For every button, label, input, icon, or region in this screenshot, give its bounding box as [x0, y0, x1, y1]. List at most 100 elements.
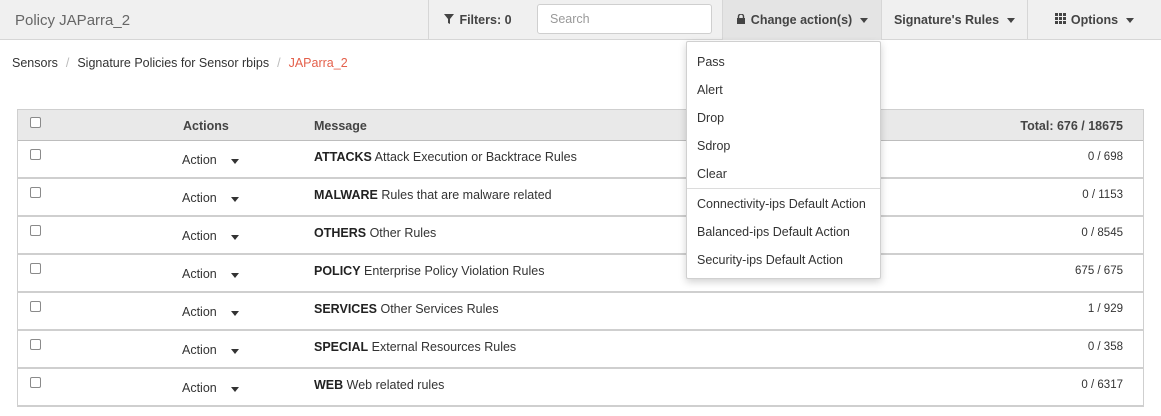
column-message: Message [314, 119, 367, 133]
breadcrumb-signature-policies[interactable]: Signature Policies for Sensor rbips [77, 56, 269, 70]
table-row: Action OTHERS Other Rules 0 / 8545 [18, 217, 1143, 255]
breadcrumb-current: JAParra_2 [288, 56, 348, 70]
row-checkbox[interactable] [30, 149, 41, 160]
row-count: 1 / 929 [1087, 303, 1123, 315]
row-category: WEB [314, 378, 344, 392]
action-label: Action [182, 267, 217, 281]
row-message: SPECIAL External Resources Rules [314, 340, 516, 354]
row-description: Other Services Rules [380, 302, 499, 316]
page-title: Policy JAParra_2 [15, 12, 131, 29]
change-actions-label: Change action(s) [750, 13, 853, 27]
change-actions-button[interactable]: Change action(s) [722, 0, 881, 40]
row-action-dropdown[interactable]: Action [182, 191, 239, 205]
row-count: 675 / 675 [1075, 265, 1123, 277]
chevron-down-icon [230, 197, 239, 202]
row-description: External Resources Rules [371, 340, 517, 354]
action-label: Action [182, 343, 217, 357]
options-label: Options [1070, 13, 1119, 27]
menu-item-sdrop[interactable]: Sdrop [687, 132, 880, 160]
action-label: Action [182, 229, 217, 243]
row-category: ATTACKS [314, 150, 372, 164]
row-checkbox[interactable] [30, 187, 41, 198]
row-action-dropdown[interactable]: Action [182, 229, 239, 243]
chevron-down-icon [1126, 17, 1135, 23]
row-message: SERVICES Other Services Rules [314, 302, 499, 316]
row-category: SPECIAL [314, 340, 369, 354]
breadcrumb-sensors[interactable]: Sensors [12, 56, 58, 70]
row-count: 0 / 6317 [1081, 379, 1123, 391]
table-row: Action ATTACKS Attack Execution or Backt… [18, 141, 1143, 179]
menu-item-security-ips[interactable]: Security-ips Default Action [687, 246, 880, 274]
table-row: Action SERVICES Other Services Rules 1 /… [18, 293, 1143, 331]
row-category: SERVICES [314, 302, 377, 316]
row-action-dropdown[interactable]: Action [182, 343, 239, 357]
menu-item-balanced-ips[interactable]: Balanced-ips Default Action [687, 218, 880, 246]
row-checkbox[interactable] [30, 225, 41, 236]
signature-rules-button[interactable]: Signature's Rules [881, 0, 1027, 40]
row-description: Web related rules [346, 378, 445, 392]
row-count: 0 / 1153 [1082, 189, 1123, 201]
grid-icon [1054, 13, 1066, 27]
chevron-down-icon [230, 311, 239, 316]
action-label: Action [182, 305, 217, 319]
table-row: Action WEB Web related rules 0 / 6317 [18, 369, 1143, 407]
row-checkbox[interactable] [30, 377, 41, 388]
menu-divider [687, 188, 880, 189]
chevron-down-icon [230, 235, 239, 240]
chevron-down-icon [230, 387, 239, 392]
menu-item-drop[interactable]: Drop [687, 104, 880, 132]
table-row: Action POLICY Enterprise Policy Violatio… [18, 255, 1143, 293]
menu-item-pass[interactable]: Pass [687, 48, 880, 76]
change-actions-menu: Pass Alert Drop Sdrop Clear Connectivity… [686, 41, 881, 279]
row-message: ATTACKS Attack Execution or Backtrace Ru… [314, 150, 577, 164]
filters-label: Filters: 0 [459, 13, 512, 27]
table-row: Action MALWARE Rules that are malware re… [18, 179, 1143, 217]
rules-table: Actions Message Total: 676 / 18675 Actio… [17, 109, 1144, 407]
table-row: Action SPECIAL External Resources Rules … [18, 331, 1143, 369]
row-description: Rules that are malware related [381, 188, 552, 202]
menu-item-alert[interactable]: Alert [687, 76, 880, 104]
row-count: 0 / 8545 [1081, 227, 1123, 239]
row-count: 0 / 358 [1087, 341, 1123, 353]
row-action-dropdown[interactable]: Action [182, 153, 239, 167]
row-category: OTHERS [314, 226, 367, 240]
row-category: POLICY [314, 264, 361, 278]
row-checkbox[interactable] [30, 263, 41, 274]
row-message: MALWARE Rules that are malware related [314, 188, 552, 202]
row-message: POLICY Enterprise Policy Violation Rules [314, 264, 544, 278]
row-message: OTHERS Other Rules [314, 226, 436, 240]
chevron-down-icon [860, 17, 869, 23]
row-description: Attack Execution or Backtrace Rules [374, 150, 577, 164]
menu-item-clear[interactable]: Clear [687, 160, 880, 188]
row-description: Other Rules [369, 226, 437, 240]
breadcrumb-separator: / [65, 56, 70, 70]
chevron-down-icon [230, 273, 239, 278]
breadcrumb-separator: / [277, 56, 281, 70]
select-all-checkbox[interactable] [30, 117, 41, 128]
chevron-down-icon [230, 349, 239, 354]
column-actions: Actions [183, 119, 229, 133]
row-message: WEB Web related rules [314, 378, 444, 392]
action-label: Action [182, 191, 217, 205]
row-count: 0 / 698 [1087, 151, 1123, 163]
menu-item-connectivity-ips[interactable]: Connectivity-ips Default Action [687, 190, 880, 218]
breadcrumb: Sensors / Signature Policies for Sensor … [12, 56, 348, 70]
row-category: MALWARE [314, 188, 378, 202]
row-action-dropdown[interactable]: Action [182, 381, 239, 395]
column-total: Total: 676 / 18675 [1020, 119, 1123, 133]
row-action-dropdown[interactable]: Action [182, 267, 239, 281]
row-checkbox[interactable] [30, 301, 41, 312]
filters-button[interactable]: Filters: 0 [428, 0, 527, 40]
options-button[interactable]: Options [1027, 0, 1161, 40]
signature-rules-label: Signature's Rules [893, 13, 1000, 27]
action-label: Action [182, 153, 217, 167]
filter-icon [444, 13, 455, 27]
lock-icon [736, 13, 746, 27]
table-header: Actions Message Total: 676 / 18675 [18, 109, 1143, 141]
row-action-dropdown[interactable]: Action [182, 305, 239, 319]
row-checkbox[interactable] [30, 339, 41, 350]
chevron-down-icon [1007, 17, 1016, 23]
top-toolbar: Policy JAParra_2 Filters: 0 Change actio… [0, 0, 1161, 40]
chevron-down-icon [230, 159, 239, 164]
search-input[interactable] [537, 4, 712, 34]
